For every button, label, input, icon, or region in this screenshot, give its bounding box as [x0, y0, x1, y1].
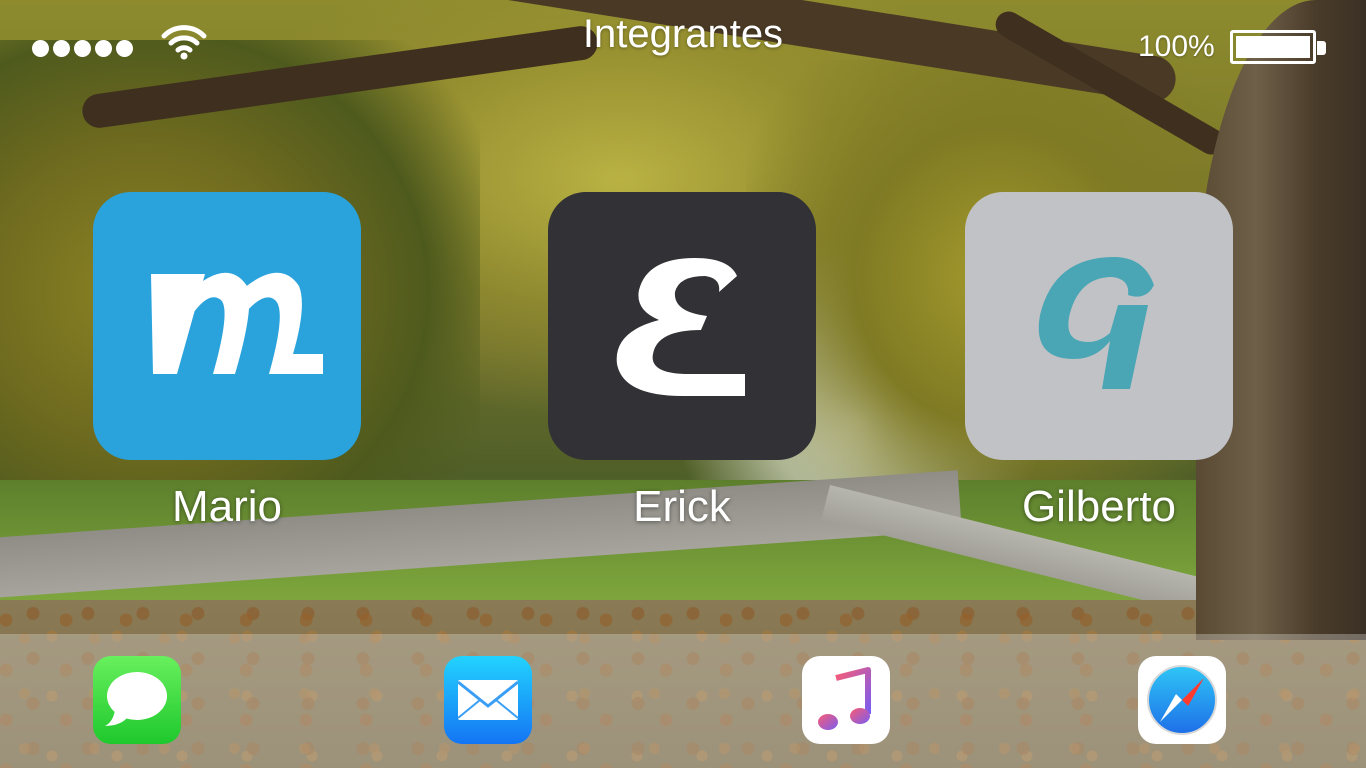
g-letter-icon	[1038, 257, 1154, 389]
music-icon[interactable]	[802, 656, 890, 744]
app-gilberto[interactable]: Gilberto	[965, 192, 1233, 532]
app-erick[interactable]: Erick	[548, 192, 816, 532]
battery-icon	[1230, 30, 1326, 64]
dock	[0, 634, 1366, 768]
app-label: Mario	[171, 482, 283, 531]
battery-percentage: 100%	[1138, 30, 1215, 63]
app-label: Gilberto	[1021, 482, 1177, 531]
safari-icon[interactable]	[1138, 656, 1226, 744]
erick-app-icon[interactable]	[548, 192, 816, 460]
gilberto-app-icon[interactable]	[965, 192, 1233, 460]
app-label: Erick	[633, 482, 731, 531]
mail-icon[interactable]	[444, 656, 532, 744]
status-bar: Integrantes 100%	[0, 0, 1366, 72]
e-letter-icon	[616, 258, 745, 396]
messages-icon[interactable]	[93, 656, 181, 744]
m-letter-icon	[151, 272, 323, 374]
mario-app-icon[interactable]	[93, 192, 361, 460]
app-mario[interactable]: Mario	[93, 192, 361, 532]
